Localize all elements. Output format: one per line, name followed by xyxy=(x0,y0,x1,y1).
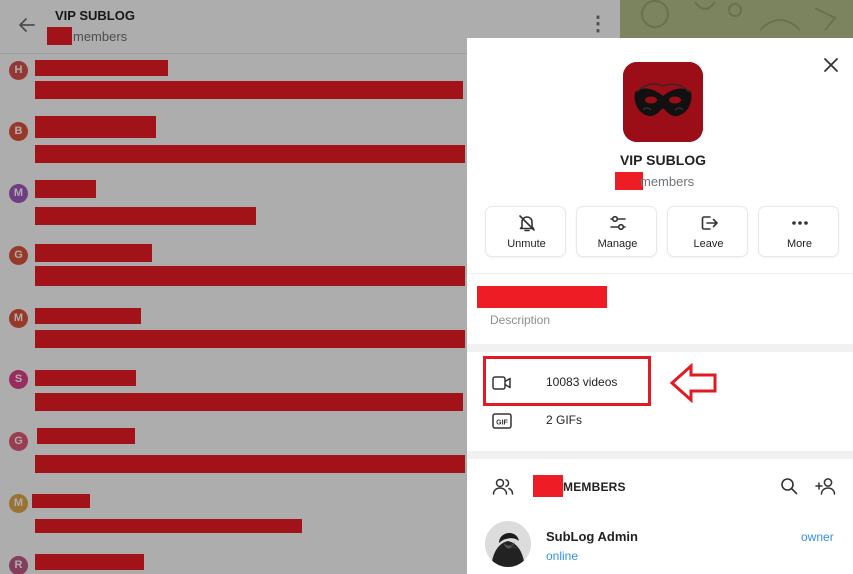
group-name: VIP SUBLOG xyxy=(619,152,707,168)
leave-icon xyxy=(668,213,749,233)
action-buttons: Unmute Manage Leave More xyxy=(485,206,839,258)
gifs-row[interactable]: GIF 2 GIFs xyxy=(467,403,853,439)
more-label: More xyxy=(786,238,813,250)
redaction xyxy=(615,172,643,190)
left-arrow-icon xyxy=(669,363,717,403)
members-label: members xyxy=(640,174,695,189)
member-role: owner xyxy=(801,530,834,544)
manage-label: Manage xyxy=(597,238,638,250)
description-label: Description xyxy=(490,313,551,327)
redaction xyxy=(533,475,563,497)
more-dots-icon xyxy=(759,213,840,233)
highlight-box xyxy=(483,356,651,406)
members-title: MEMBERS xyxy=(533,475,626,497)
member-status: online xyxy=(546,549,579,563)
unmute-label: Unmute xyxy=(507,238,546,250)
members-icon xyxy=(491,475,515,497)
leave-label: Leave xyxy=(693,238,724,250)
close-icon[interactable] xyxy=(820,54,842,76)
media-card: 10083 videos GIF 2 GIFs xyxy=(467,352,853,451)
unmute-button[interactable]: Unmute xyxy=(485,206,566,257)
member-name: SubLog Admin xyxy=(546,529,638,544)
svg-text:GIF: GIF xyxy=(496,420,508,427)
group-header-card: VIP SUBLOG members Unmute Manage Leave M… xyxy=(467,38,853,273)
leave-button[interactable]: Leave xyxy=(667,206,748,257)
redaction xyxy=(477,286,607,308)
gifs-count: 2 GIFs xyxy=(546,413,583,427)
group-member-count: members xyxy=(615,172,694,190)
gif-icon: GIF xyxy=(491,411,513,431)
search-icon[interactable] xyxy=(779,476,799,496)
members-title-label: MEMBERS xyxy=(563,480,626,494)
telegram-window: VIP SUBLOG members ⋮ HBMGMSGMR VIP SUBLO… xyxy=(0,0,853,574)
add-member-icon[interactable] xyxy=(815,475,839,497)
avatar xyxy=(485,521,531,567)
bell-off-icon xyxy=(486,213,567,233)
group-info-panel: VIP SUBLOG members Unmute Manage Leave M… xyxy=(467,38,853,574)
description-card: Description xyxy=(467,274,853,344)
more-button[interactable]: More xyxy=(758,206,839,257)
member-row[interactable]: SubLog Admin online owner xyxy=(467,517,853,573)
manage-button[interactable]: Manage xyxy=(576,206,657,257)
sliders-icon xyxy=(577,213,658,233)
members-card: MEMBERS SubLog Admin online owner xyxy=(467,459,853,574)
group-avatar[interactable] xyxy=(623,62,703,142)
